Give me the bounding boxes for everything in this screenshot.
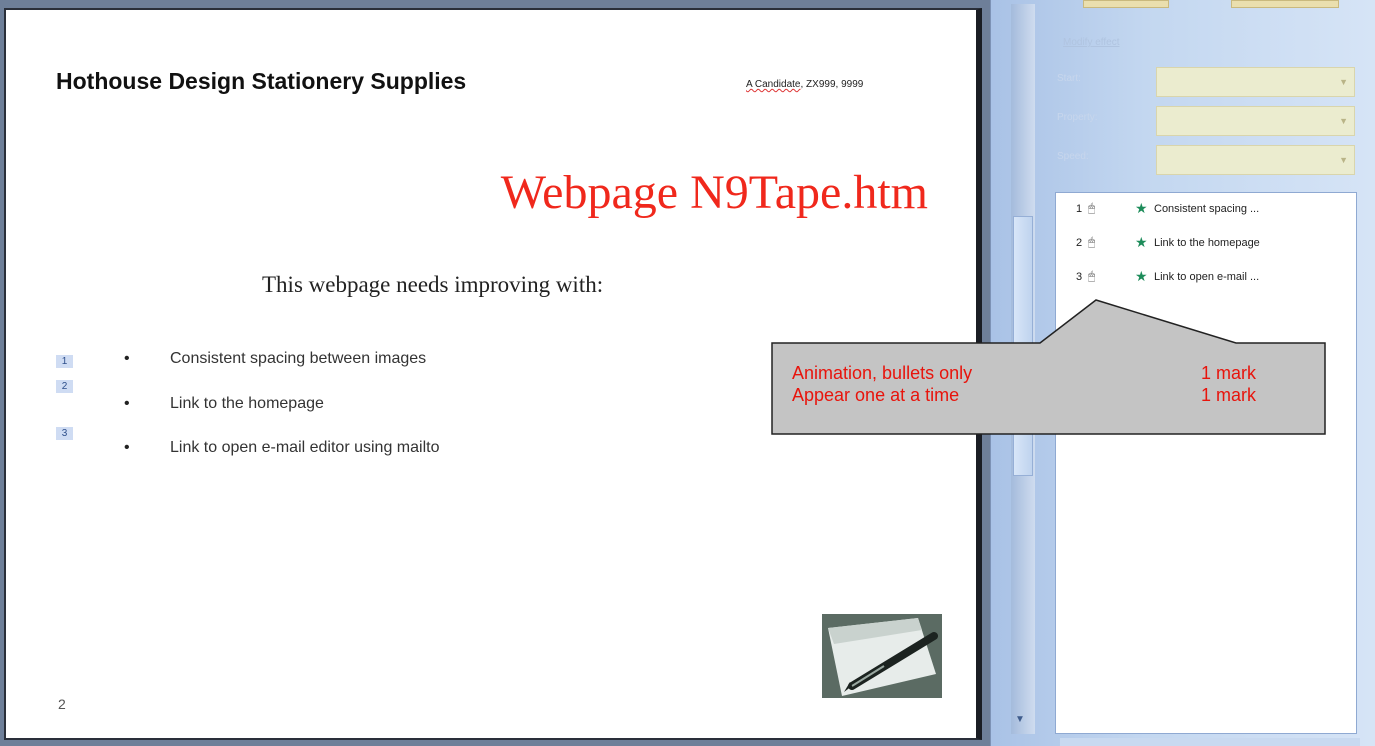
chevron-down-icon[interactable]: ▼ (1015, 714, 1025, 725)
webpage-heading[interactable]: Webpage N9Tape.htm (501, 165, 928, 220)
mouse-icon: 🖱 (1088, 235, 1096, 249)
candidate-id: , ZX999, 9999 (800, 79, 864, 90)
animation-tag-2[interactable]: 2 (56, 380, 73, 393)
slide-title[interactable]: Hothouse Design Stationery Supplies (56, 68, 466, 95)
bullet-text: Link to open e-mail editor using mailto (170, 439, 440, 456)
list-item[interactable]: 1 🖱 ★ Consistent spacing ... (1056, 200, 1356, 223)
animation-list[interactable]: 1 🖱 ★ Consistent spacing ... 2 🖱 ★ Link … (1055, 192, 1357, 734)
slide-canvas[interactable]: Hothouse Design Stationery Supplies A Ca… (4, 8, 982, 740)
pane-scrollbar[interactable]: ▼ (1011, 4, 1035, 734)
list-item[interactable]: 3 🖱 ★ Link to open e-mail ... (1056, 268, 1356, 291)
item-number: 3 (1076, 271, 1083, 283)
field-label: Property: (1057, 112, 1098, 123)
animation-tag-3[interactable]: 3 (56, 427, 73, 440)
field-label: Speed: (1057, 151, 1089, 162)
chevron-down-icon: ▼ (1339, 116, 1348, 126)
property-field: Property: ▼ (1055, 106, 1355, 136)
bullet-text: Link to the homepage (170, 395, 324, 412)
chevron-down-icon: ▼ (1339, 155, 1348, 165)
pane-top-button[interactable] (1231, 0, 1339, 8)
start-field: Start: ▼ (1055, 67, 1355, 97)
pen-photo-icon (822, 614, 942, 698)
bullet-icon: • (124, 350, 130, 367)
bullet-text: Consistent spacing between images (170, 350, 427, 367)
property-select[interactable]: ▼ (1156, 106, 1355, 136)
entrance-star-icon: ★ (1135, 234, 1148, 250)
subheading[interactable]: This webpage needs improving with: (262, 272, 603, 298)
item-label: Link to open e-mail ... (1154, 271, 1260, 283)
speed-field: Speed: ▼ (1055, 145, 1355, 175)
candidate-name: A Candidate (746, 79, 801, 90)
scrollbar-thumb[interactable] (1013, 216, 1033, 476)
speed-select[interactable]: ▼ (1156, 145, 1355, 175)
animation-tag-1[interactable]: 1 (56, 355, 73, 368)
pane-top-button[interactable] (1083, 0, 1169, 8)
item-number: 1 (1076, 203, 1083, 215)
start-select[interactable]: ▼ (1156, 67, 1355, 97)
entrance-star-icon: ★ (1135, 200, 1148, 216)
chevron-down-icon: ▼ (1339, 77, 1348, 87)
item-number: 2 (1076, 237, 1083, 249)
mouse-icon: 🖱 (1088, 269, 1096, 283)
entrance-star-icon: ★ (1135, 268, 1148, 284)
mouse-icon: 🖱 (1088, 201, 1096, 215)
item-label: Link to the homepage (1154, 237, 1260, 249)
candidate-info[interactable]: A Candidate, ZX999, 9999 (746, 79, 863, 90)
list-item[interactable]: 2 🖱 ★ Link to the homepage (1056, 234, 1356, 257)
field-label: Start: (1057, 73, 1081, 84)
modify-effect-label: Modify effect (1063, 37, 1120, 48)
pane-bottom-bar (1060, 738, 1360, 746)
bullet-icon: • (124, 439, 130, 456)
slide-number: 2 (58, 696, 66, 712)
item-label: Consistent spacing ... (1154, 203, 1260, 215)
bullet-icon: • (124, 395, 130, 412)
pen-photo-image[interactable] (822, 614, 942, 698)
slide-frame: Hothouse Design Stationery Supplies A Ca… (0, 0, 990, 746)
